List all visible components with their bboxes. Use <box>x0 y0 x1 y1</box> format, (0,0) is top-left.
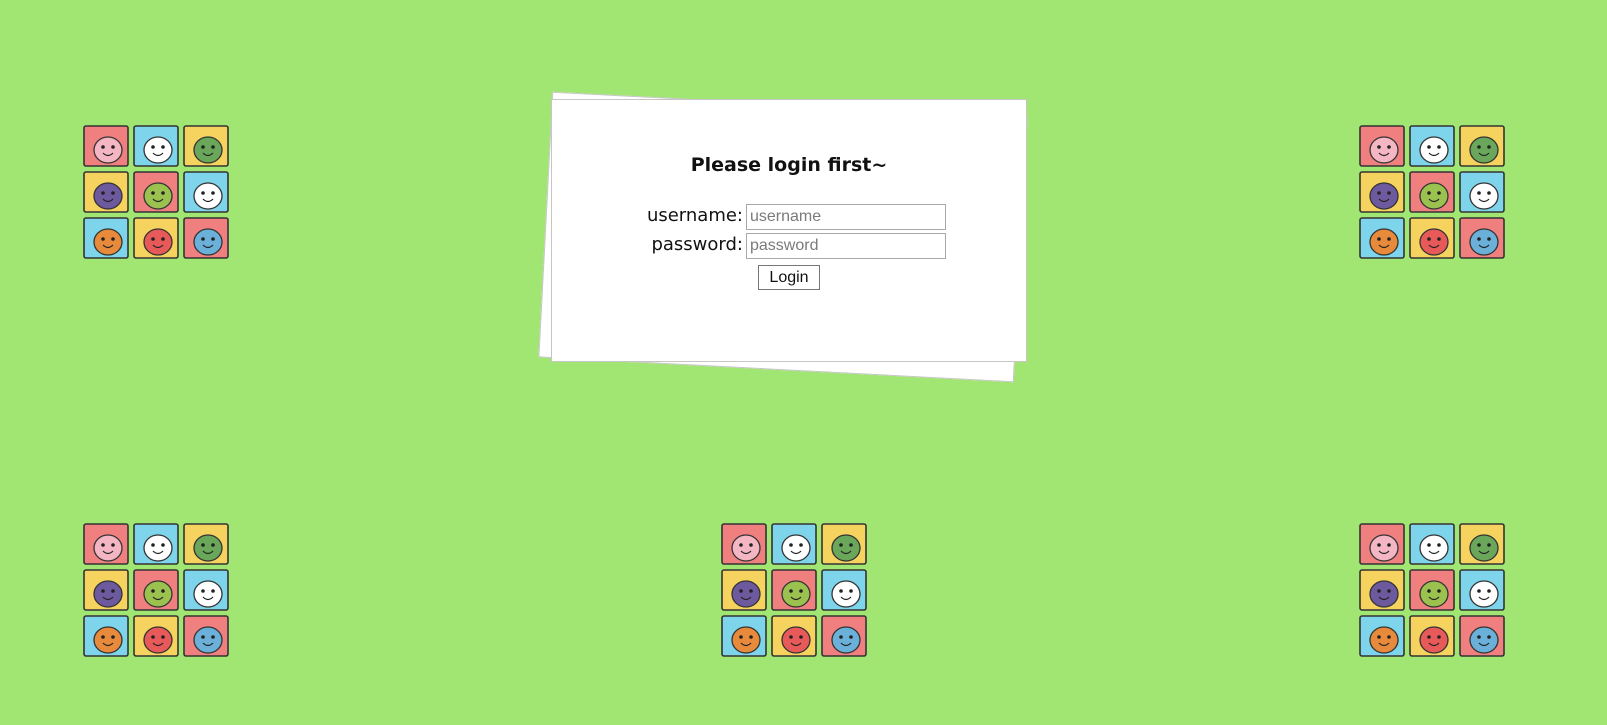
username-input[interactable] <box>746 204 946 230</box>
password-row: password: <box>552 233 1028 261</box>
animal-grid-icon <box>720 522 870 660</box>
password-label: password: <box>651 234 743 255</box>
login-title: Please login first~ <box>690 154 888 176</box>
login-card: Please login first~ username: password: … <box>551 99 1027 362</box>
password-input[interactable] <box>746 233 946 259</box>
username-label: username: <box>646 205 743 226</box>
login-button[interactable]: Login <box>758 265 820 290</box>
animal-grid-icon <box>82 522 232 660</box>
animal-grid-icon <box>1358 124 1508 262</box>
animal-grid-icon <box>82 124 232 262</box>
username-row: username: <box>552 204 1028 232</box>
animal-grid-icon <box>1358 522 1508 660</box>
